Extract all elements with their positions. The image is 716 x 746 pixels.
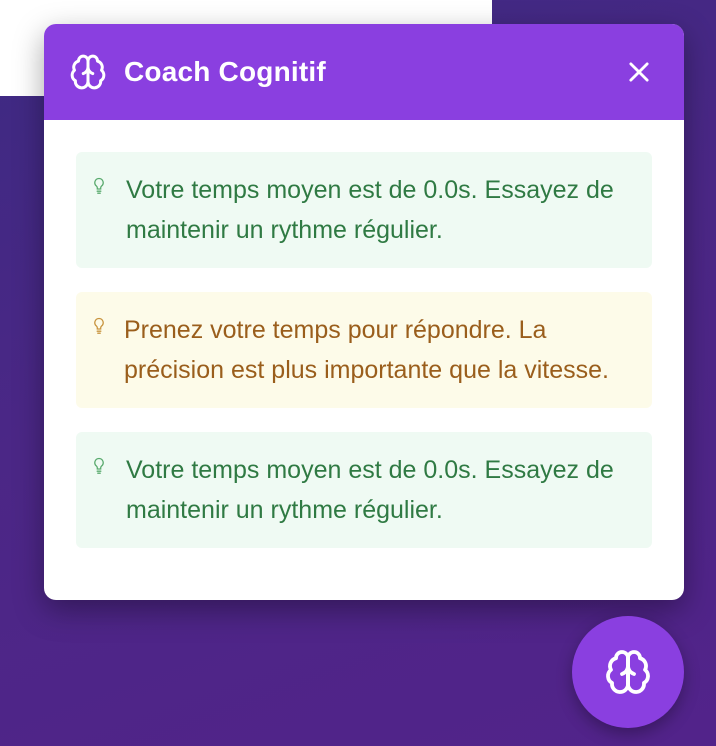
tip-text: Votre temps moyen est de 0.0s. Essayez d… (126, 176, 614, 244)
lightbulb-icon (92, 177, 108, 197)
brain-icon (68, 52, 108, 92)
tip-card: Votre temps moyen est de 0.0s. Essayez d… (76, 152, 652, 268)
coach-toggle-button[interactable] (572, 616, 684, 728)
brain-icon (606, 650, 650, 694)
tip-card: Prenez votre temps pour répondre. La pré… (76, 292, 652, 408)
close-icon (629, 62, 649, 82)
lightbulb-icon (92, 457, 108, 477)
coach-panel: Coach Cognitif Votre temps moyen est de … (44, 24, 684, 600)
tip-text: Votre temps moyen est de 0.0s. Essayez d… (126, 456, 614, 524)
lightbulb-icon (92, 317, 108, 337)
tip-card: Votre temps moyen est de 0.0s. Essayez d… (76, 432, 652, 548)
panel-header: Coach Cognitif (44, 24, 684, 120)
tip-text: Prenez votre temps pour répondre. La pré… (124, 316, 609, 384)
panel-title: Coach Cognitif (124, 56, 326, 87)
close-button[interactable] (622, 55, 656, 89)
tips-list: Votre temps moyen est de 0.0s. Essayez d… (44, 120, 684, 548)
